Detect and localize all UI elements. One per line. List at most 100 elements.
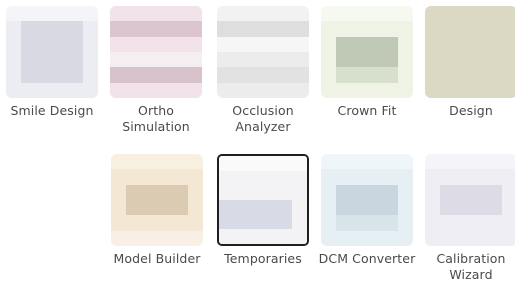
- icon-pixel: [171, 21, 187, 37]
- icon-pixel: [21, 67, 37, 83]
- icon-pixel: [486, 215, 502, 231]
- icon-pixel: [397, 36, 413, 52]
- icon-pixel: [397, 184, 413, 200]
- icon-pixel: [321, 6, 337, 22]
- icon-pixel: [382, 67, 398, 83]
- icon-pixel: [351, 21, 367, 37]
- icon-pixel: [82, 51, 98, 68]
- app-temporaries[interactable]: Temporaries: [211, 154, 315, 267]
- model-builder-icon[interactable]: [111, 154, 203, 246]
- icon-pixel: [366, 230, 383, 246]
- icon-pixel: [397, 21, 413, 37]
- icon-pixel: [336, 51, 352, 68]
- app-ortho-simulation[interactable]: Ortho Simulation: [104, 6, 208, 135]
- icon-pixel: [262, 36, 279, 52]
- icon-pixel: [36, 21, 52, 37]
- icon-pixel: [247, 36, 263, 52]
- icon-pixel: [111, 215, 127, 231]
- icon-pixel: [247, 6, 263, 22]
- icon-pixel: [351, 184, 367, 200]
- icon-pixel: [51, 82, 68, 98]
- icon-pixel: [110, 6, 126, 22]
- icon-pixel: [470, 199, 487, 216]
- icon-pixel: [172, 199, 188, 216]
- dcm-converter-icon[interactable]: [321, 154, 413, 246]
- icon-pixel: [293, 67, 309, 83]
- icon-pixel: [455, 82, 471, 98]
- icon-pixel: [6, 67, 22, 83]
- icon-pixel: [382, 199, 398, 216]
- icon-pixel: [440, 215, 456, 231]
- icon-pixel: [217, 67, 233, 83]
- icon-pixel: [67, 82, 83, 98]
- app-calibration-wizard[interactable]: Calibration Wizard: [419, 154, 515, 283]
- icon-pixel: [425, 51, 441, 68]
- icon-pixel: [263, 156, 278, 171]
- icon-pixel: [470, 184, 487, 200]
- crown-fit-icon[interactable]: [321, 6, 413, 98]
- icon-pixel: [141, 154, 157, 170]
- icon-pixel: [455, 6, 471, 22]
- icon-pixel: [155, 6, 172, 22]
- icon-pixel: [125, 6, 141, 22]
- icon-pixel: [366, 199, 383, 216]
- icon-pixel: [470, 36, 487, 52]
- icon-pixel: [186, 82, 202, 98]
- icon-pixel: [187, 169, 203, 185]
- icon-pixel: [233, 229, 249, 244]
- icon-pixel: [140, 21, 156, 37]
- icon-pixel: [470, 169, 487, 185]
- app-crown-fit[interactable]: Crown Fit: [315, 6, 419, 119]
- icon-pixel: [501, 169, 515, 185]
- icon-pixel: [486, 199, 502, 216]
- icon-pixel: [186, 67, 202, 83]
- icon-pixel: [219, 170, 234, 186]
- ortho-simulation-icon[interactable]: [110, 6, 202, 98]
- icon-pixel: [351, 6, 367, 22]
- icon-pixel: [292, 214, 307, 230]
- icon-pixel: [351, 169, 367, 185]
- app-occlusion-analyzer[interactable]: Occlusion Analyzer: [211, 6, 315, 135]
- icon-pixel: [51, 21, 68, 37]
- icon-pixel: [440, 51, 456, 68]
- icon-pixel: [382, 82, 398, 98]
- icon-pixel: [172, 215, 188, 231]
- icon-pixel: [455, 230, 471, 246]
- icon-pixel: [111, 184, 127, 200]
- icon-pixel: [501, 199, 515, 216]
- icon-pixel: [366, 215, 383, 231]
- icon-pixel: [440, 199, 456, 216]
- design-icon[interactable]: [425, 6, 515, 98]
- app-label: Design: [449, 103, 493, 118]
- app-design[interactable]: Design: [419, 6, 515, 119]
- icon-pixel: [156, 154, 173, 170]
- icon-pixel: [501, 36, 515, 52]
- app-dcm-converter[interactable]: DCM Converter: [315, 154, 419, 267]
- icon-pixel: [321, 82, 337, 98]
- calibration-wizard-icon[interactable]: [425, 154, 515, 246]
- app-launcher-grid: Smile Design Ortho Simulation Occlusion …: [0, 0, 515, 285]
- icon-pixel: [397, 169, 413, 185]
- icon-pixel: [262, 6, 279, 22]
- icon-pixel: [187, 230, 203, 246]
- occlusion-analyzer-icon[interactable]: [217, 6, 309, 98]
- icon-pixel: [321, 51, 337, 68]
- icon-pixel: [397, 67, 413, 83]
- icon-pixel: [455, 215, 471, 231]
- icon-pixel: [425, 21, 441, 37]
- temporaries-icon[interactable]: [217, 154, 309, 246]
- icon-pixel: [425, 154, 441, 170]
- smile-design-icon[interactable]: [6, 6, 98, 98]
- icon-pixel: [126, 184, 142, 200]
- icon-pixel: [187, 184, 203, 200]
- icon-pixel: [36, 36, 52, 52]
- icon-pixel: [248, 200, 263, 215]
- app-smile-design[interactable]: Smile Design: [0, 6, 104, 119]
- icon-pixel: [217, 6, 233, 22]
- icon-pixel: [171, 6, 187, 22]
- icon-pixel: [155, 51, 172, 68]
- app-model-builder[interactable]: Model Builder: [105, 154, 209, 267]
- icon-pixel: [382, 215, 398, 231]
- icon-pixel: [397, 230, 413, 246]
- icon-pixel: [171, 36, 187, 52]
